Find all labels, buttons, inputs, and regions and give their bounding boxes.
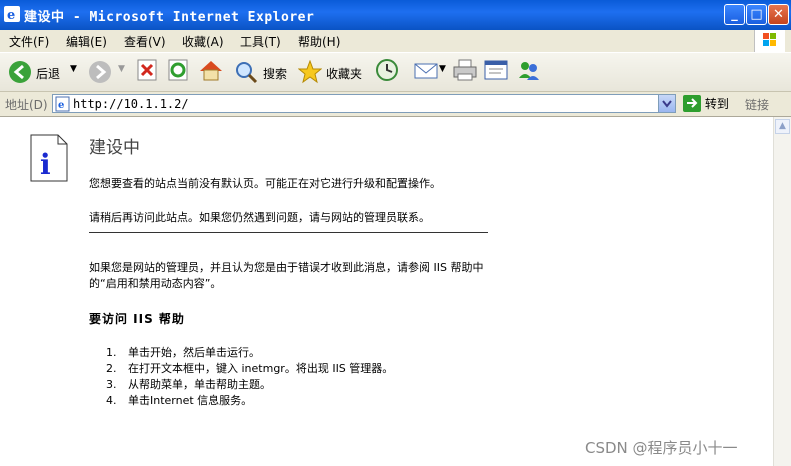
search-button[interactable]: 搜索 <box>234 58 294 86</box>
ie-logo-icon: e <box>4 6 20 22</box>
forward-button[interactable]: ▼ <box>88 58 128 86</box>
minimize-button[interactable]: _ <box>724 4 745 25</box>
divider <box>89 232 488 233</box>
list-item: 1. 单击开始，然后单击运行。 <box>106 346 260 359</box>
back-arrow-icon <box>9 61 31 83</box>
menu-file[interactable]: 文件(F) <box>9 33 49 50</box>
history-button[interactable] <box>374 58 400 86</box>
menu-tools[interactable]: 工具(T) <box>240 33 281 50</box>
windows-logo-icon <box>754 30 785 52</box>
forward-arrow-icon <box>89 61 111 83</box>
menu-bar: 文件(F) 编辑(E) 查看(V) 收藏(A) 工具(T) 帮助(H) <box>0 30 791 53</box>
address-url: http://10.1.1.2/ <box>73 97 189 111</box>
watermark: CSDN @程序员小十一 <box>585 439 738 457</box>
mail-icon <box>414 63 438 79</box>
messenger-icon <box>519 62 539 80</box>
printer-icon <box>453 59 477 81</box>
message-paragraph: 您想要查看的站点当前没有默认页。可能正在对它进行升级和配置操作。 <box>89 177 441 190</box>
svg-text:i: i <box>40 148 51 181</box>
refresh-icon <box>168 59 188 81</box>
address-dropdown-button[interactable] <box>658 95 675 112</box>
list-item: 3. 从帮助菜单，单击帮助主题。 <box>106 378 271 391</box>
list-item: 4. 单击Internet 信息服务。 <box>106 394 253 407</box>
vertical-scrollbar[interactable]: ▲ <box>773 117 791 466</box>
steps-list: 1. 单击开始，然后单击运行。 2. 在打开文本框中，键入 inetmgr。将出现 … <box>106 345 393 409</box>
page-icon: e <box>55 96 70 112</box>
stop-icon <box>137 59 157 81</box>
home-icon <box>200 61 222 81</box>
links-toolbar[interactable]: 链接 <box>745 96 769 113</box>
address-input[interactable]: e http://10.1.1.2/ <box>52 94 676 113</box>
close-button[interactable]: ✕ <box>768 4 789 25</box>
title-bar: e 建设中 - Microsoft Internet Explorer _ □ … <box>0 0 791 30</box>
edit-button[interactable] <box>483 58 509 86</box>
page-content: i 建设中 您想要查看的站点当前没有默认页。可能正在对它进行升级和配置操作。 请… <box>0 117 773 466</box>
menu-help[interactable]: 帮助(H) <box>298 33 340 50</box>
window-title: 建设中 - Microsoft Internet Explorer <box>24 10 315 25</box>
stop-button[interactable] <box>136 58 160 86</box>
contact-paragraph: 请稍后再访问此站点。如果您仍然遇到问题，请与网站的管理员联系。 <box>89 211 430 224</box>
go-button[interactable]: 转到 <box>683 95 729 112</box>
menu-favorites[interactable]: 收藏(A) <box>182 33 224 50</box>
go-arrow-icon <box>683 95 701 112</box>
svg-text:e: e <box>7 8 15 22</box>
home-button[interactable] <box>198 58 224 86</box>
messenger-button[interactable] <box>516 58 542 86</box>
refresh-button[interactable] <box>167 58 191 86</box>
list-item: 2. 在打开文本框中，键入 inetmgr。将出现 IIS 管理器。 <box>106 362 394 375</box>
maximize-button[interactable]: □ <box>746 4 767 25</box>
info-icon: i <box>30 134 68 182</box>
print-button[interactable] <box>452 58 478 86</box>
edit-page-icon <box>484 60 508 80</box>
menu-edit[interactable]: 编辑(E) <box>66 33 107 50</box>
menu-view[interactable]: 查看(V) <box>124 33 166 50</box>
address-bar: 地址(D) e http://10.1.1.2/ 转到 链接 <box>0 92 791 117</box>
address-label: 地址(D) <box>5 98 48 112</box>
back-button[interactable]: 后退 ▼ <box>8 58 86 86</box>
page-title: 建设中 <box>89 138 140 158</box>
toolbar: 后退 ▼ ▼ 搜索 收藏夹 ▼ <box>0 53 791 92</box>
chevron-down-icon <box>662 100 672 108</box>
history-icon <box>376 59 398 81</box>
scroll-up-button[interactable]: ▲ <box>775 119 790 134</box>
favorites-button[interactable]: 收藏夹 <box>298 58 366 86</box>
search-icon <box>236 62 258 84</box>
svg-text:e: e <box>58 100 64 111</box>
mail-button[interactable]: ▼ <box>413 58 447 86</box>
admin-paragraph: 如果您是网站的管理员，并且认为您是由于错误才收到此消息，请参阅 IIS 帮助中的… <box>89 261 484 290</box>
iis-help-heading: 要访问 IIS 帮助 <box>89 312 185 326</box>
star-icon <box>298 60 322 84</box>
